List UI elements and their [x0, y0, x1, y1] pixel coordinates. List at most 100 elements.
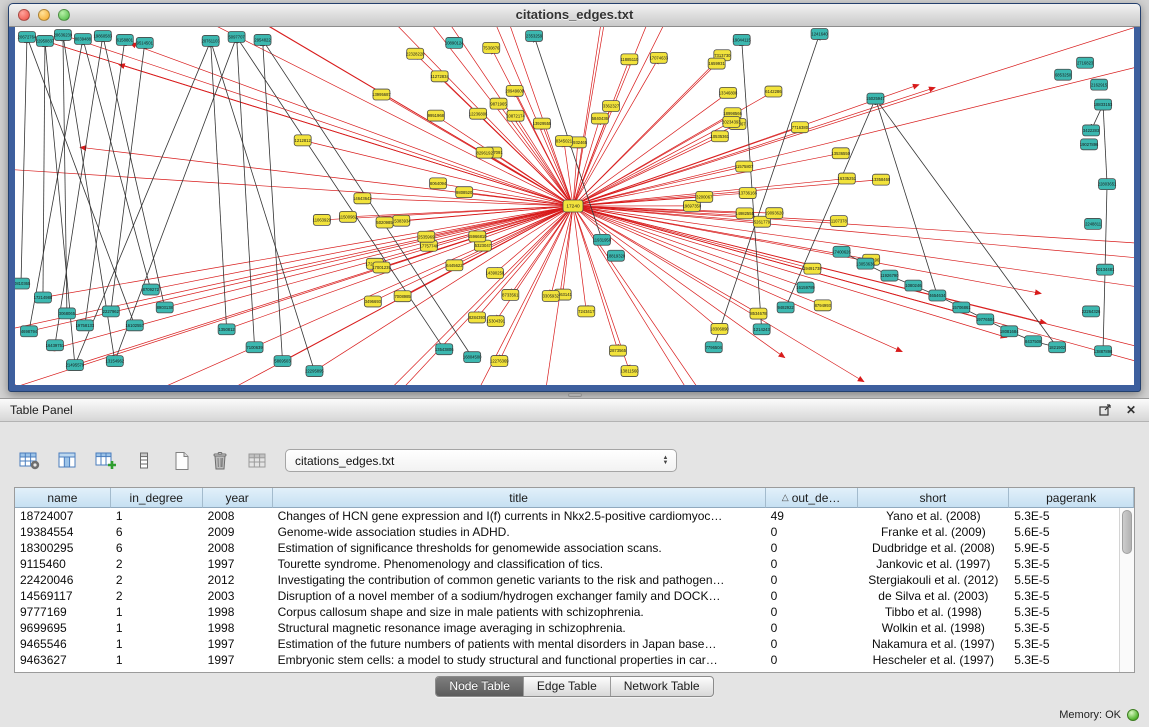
- graph-edge[interactable]: [573, 206, 785, 358]
- graph-edge[interactable]: [742, 40, 762, 329]
- graph-node[interactable]: 17240: [563, 200, 583, 212]
- graph-node[interactable]: 13887898: [1094, 346, 1113, 357]
- graph-edge[interactable]: [21, 37, 27, 284]
- graph-node[interactable]: 11272834: [430, 71, 449, 82]
- graph-node[interactable]: 11926790: [880, 270, 899, 281]
- graph-node[interactable]: 18833153: [1094, 99, 1113, 110]
- graph-node[interactable]: 7100639: [246, 342, 263, 353]
- column-header-title[interactable]: title: [273, 488, 766, 508]
- table-row[interactable]: 2242004622012Investigating the contribut…: [15, 572, 1119, 588]
- graph-node[interactable]: 11063929: [313, 214, 332, 225]
- graph-node[interactable]: 2954822: [254, 34, 271, 45]
- tab-node-table[interactable]: Node Table: [436, 677, 524, 696]
- graph-node[interactable]: 8296192: [476, 147, 493, 158]
- graph-node[interactable]: 9808520: [456, 187, 473, 198]
- graph-node[interactable]: 1241640: [811, 28, 828, 39]
- graph-node[interactable]: 5020985: [376, 217, 393, 228]
- graph-node[interactable]: 4698794: [20, 326, 37, 337]
- tab-network-table[interactable]: Network Table: [611, 677, 713, 696]
- graph-node[interactable]: 15025947: [866, 93, 885, 104]
- graph-node[interactable]: 14390258: [486, 268, 505, 279]
- column-header-year[interactable]: year: [203, 488, 273, 508]
- graph-edge[interactable]: [875, 99, 937, 296]
- close-panel-icon[interactable]: ✕: [1123, 403, 1139, 417]
- graph-edge[interactable]: [573, 206, 737, 385]
- graph-node[interactable]: 13053636: [856, 258, 875, 269]
- graph-edge[interactable]: [283, 206, 573, 361]
- graph-node[interactable]: 16804500: [463, 352, 482, 363]
- graph-edge[interactable]: [573, 206, 1134, 274]
- graph-edge[interactable]: [573, 206, 618, 351]
- graph-node[interactable]: 19491738: [803, 263, 822, 274]
- graph-node[interactable]: 7796504: [705, 342, 722, 353]
- graph-node[interactable]: 17400626: [832, 246, 851, 257]
- minimize-window-button[interactable]: [38, 9, 50, 21]
- graph-node[interactable]: 2716823: [1077, 57, 1094, 68]
- table-row[interactable]: 1938455462009Genome-wide association stu…: [15, 524, 1119, 540]
- graph-node[interactable]: 20672764: [18, 31, 37, 42]
- graph-edge[interactable]: [573, 206, 586, 311]
- graph-edge[interactable]: [15, 27, 573, 206]
- graph-node[interactable]: 16335251: [838, 173, 857, 184]
- graph-edge[interactable]: [45, 41, 573, 206]
- column-header-name[interactable]: name: [15, 488, 111, 508]
- graph-edge[interactable]: [573, 27, 831, 206]
- graph-node[interactable]: 11885110: [620, 54, 639, 65]
- close-window-button[interactable]: [18, 9, 30, 21]
- graph-node[interactable]: 13543806: [435, 344, 454, 355]
- graph-node[interactable]: 13929555: [533, 118, 552, 129]
- graph-node[interactable]: 2227962: [102, 306, 119, 317]
- graph-node[interactable]: 8903138: [156, 302, 173, 313]
- graph-node[interactable]: 17214988: [34, 292, 53, 303]
- graph-node[interactable]: 8534678: [750, 308, 767, 319]
- column-edit-icon[interactable]: [130, 447, 158, 475]
- network-svg[interactable]: 2094960911073781633525113995687526177913…: [15, 27, 1134, 385]
- table-row[interactable]: 969969511998Structural magnetic resonanc…: [15, 620, 1119, 636]
- show-columns-icon[interactable]: [54, 447, 82, 475]
- graph-node[interactable]: 19776504: [976, 314, 995, 325]
- table-row[interactable]: 946554611997Estimation of the future num…: [15, 636, 1119, 652]
- graph-node[interactable]: 14982555: [735, 208, 754, 219]
- graph-node[interactable]: 3362327: [603, 101, 620, 112]
- graph-node[interactable]: 22295895: [305, 366, 324, 377]
- graph-node[interactable]: 17074633: [649, 52, 668, 63]
- graph-node[interactable]: 8345021: [555, 136, 572, 147]
- graph-node[interactable]: 1350812: [218, 324, 235, 335]
- graph-node[interactable]: 6142286: [765, 86, 782, 97]
- network-canvas[interactable]: 2094960911073781633525113995687526177913…: [15, 27, 1134, 385]
- import-table-disabled-icon[interactable]: [244, 447, 272, 475]
- graph-node[interactable]: 3422283: [1083, 125, 1100, 136]
- graph-node[interactable]: 7530876: [483, 42, 500, 53]
- graph-node[interactable]: 19093620: [765, 208, 784, 219]
- graph-node[interactable]: 19027896: [1080, 139, 1099, 150]
- graph-node[interactable]: 20134481: [1096, 264, 1115, 275]
- graph-edge[interactable]: [75, 41, 211, 365]
- graph-edge[interactable]: [237, 37, 255, 347]
- float-panel-icon[interactable]: [1097, 403, 1113, 417]
- graph-edge[interactable]: [151, 206, 573, 290]
- graph-node[interactable]: 7008985: [394, 291, 411, 302]
- graph-node[interactable]: 13358460: [872, 174, 891, 185]
- new-document-icon[interactable]: [168, 447, 196, 475]
- graph-node[interactable]: 8039488: [74, 33, 91, 44]
- graph-node[interactable]: 13346808: [719, 87, 738, 98]
- graph-node[interactable]: 10535361: [711, 131, 730, 142]
- table-row[interactable]: 911546021997Tourette syndrome. Phenomeno…: [15, 556, 1119, 572]
- graph-node[interactable]: 11931958: [593, 234, 612, 245]
- graph-node[interactable]: 19044115: [733, 34, 752, 45]
- graph-node[interactable]: 3305932: [542, 291, 559, 302]
- graph-edge[interactable]: [15, 165, 573, 206]
- column-header-out_de[interactable]: △out_de…: [766, 488, 858, 508]
- graph-node[interactable]: 16439751: [46, 340, 65, 351]
- graph-node[interactable]: 13536550: [831, 148, 850, 159]
- graph-node[interactable]: 13736166: [738, 188, 757, 199]
- graph-node[interactable]: 12276369: [490, 356, 509, 367]
- graph-node[interactable]: 2535969: [418, 231, 435, 242]
- graph-node[interactable]: 15304391: [486, 316, 505, 327]
- table-scrollbar[interactable]: [1119, 508, 1134, 672]
- graph-edge[interactable]: [573, 206, 1134, 385]
- graph-node[interactable]: 11500982: [339, 211, 358, 222]
- graph-node[interactable]: 9514501: [136, 37, 153, 48]
- graph-node[interactable]: 13811560: [620, 366, 639, 377]
- column-header-in_degree[interactable]: in_degree: [111, 488, 203, 508]
